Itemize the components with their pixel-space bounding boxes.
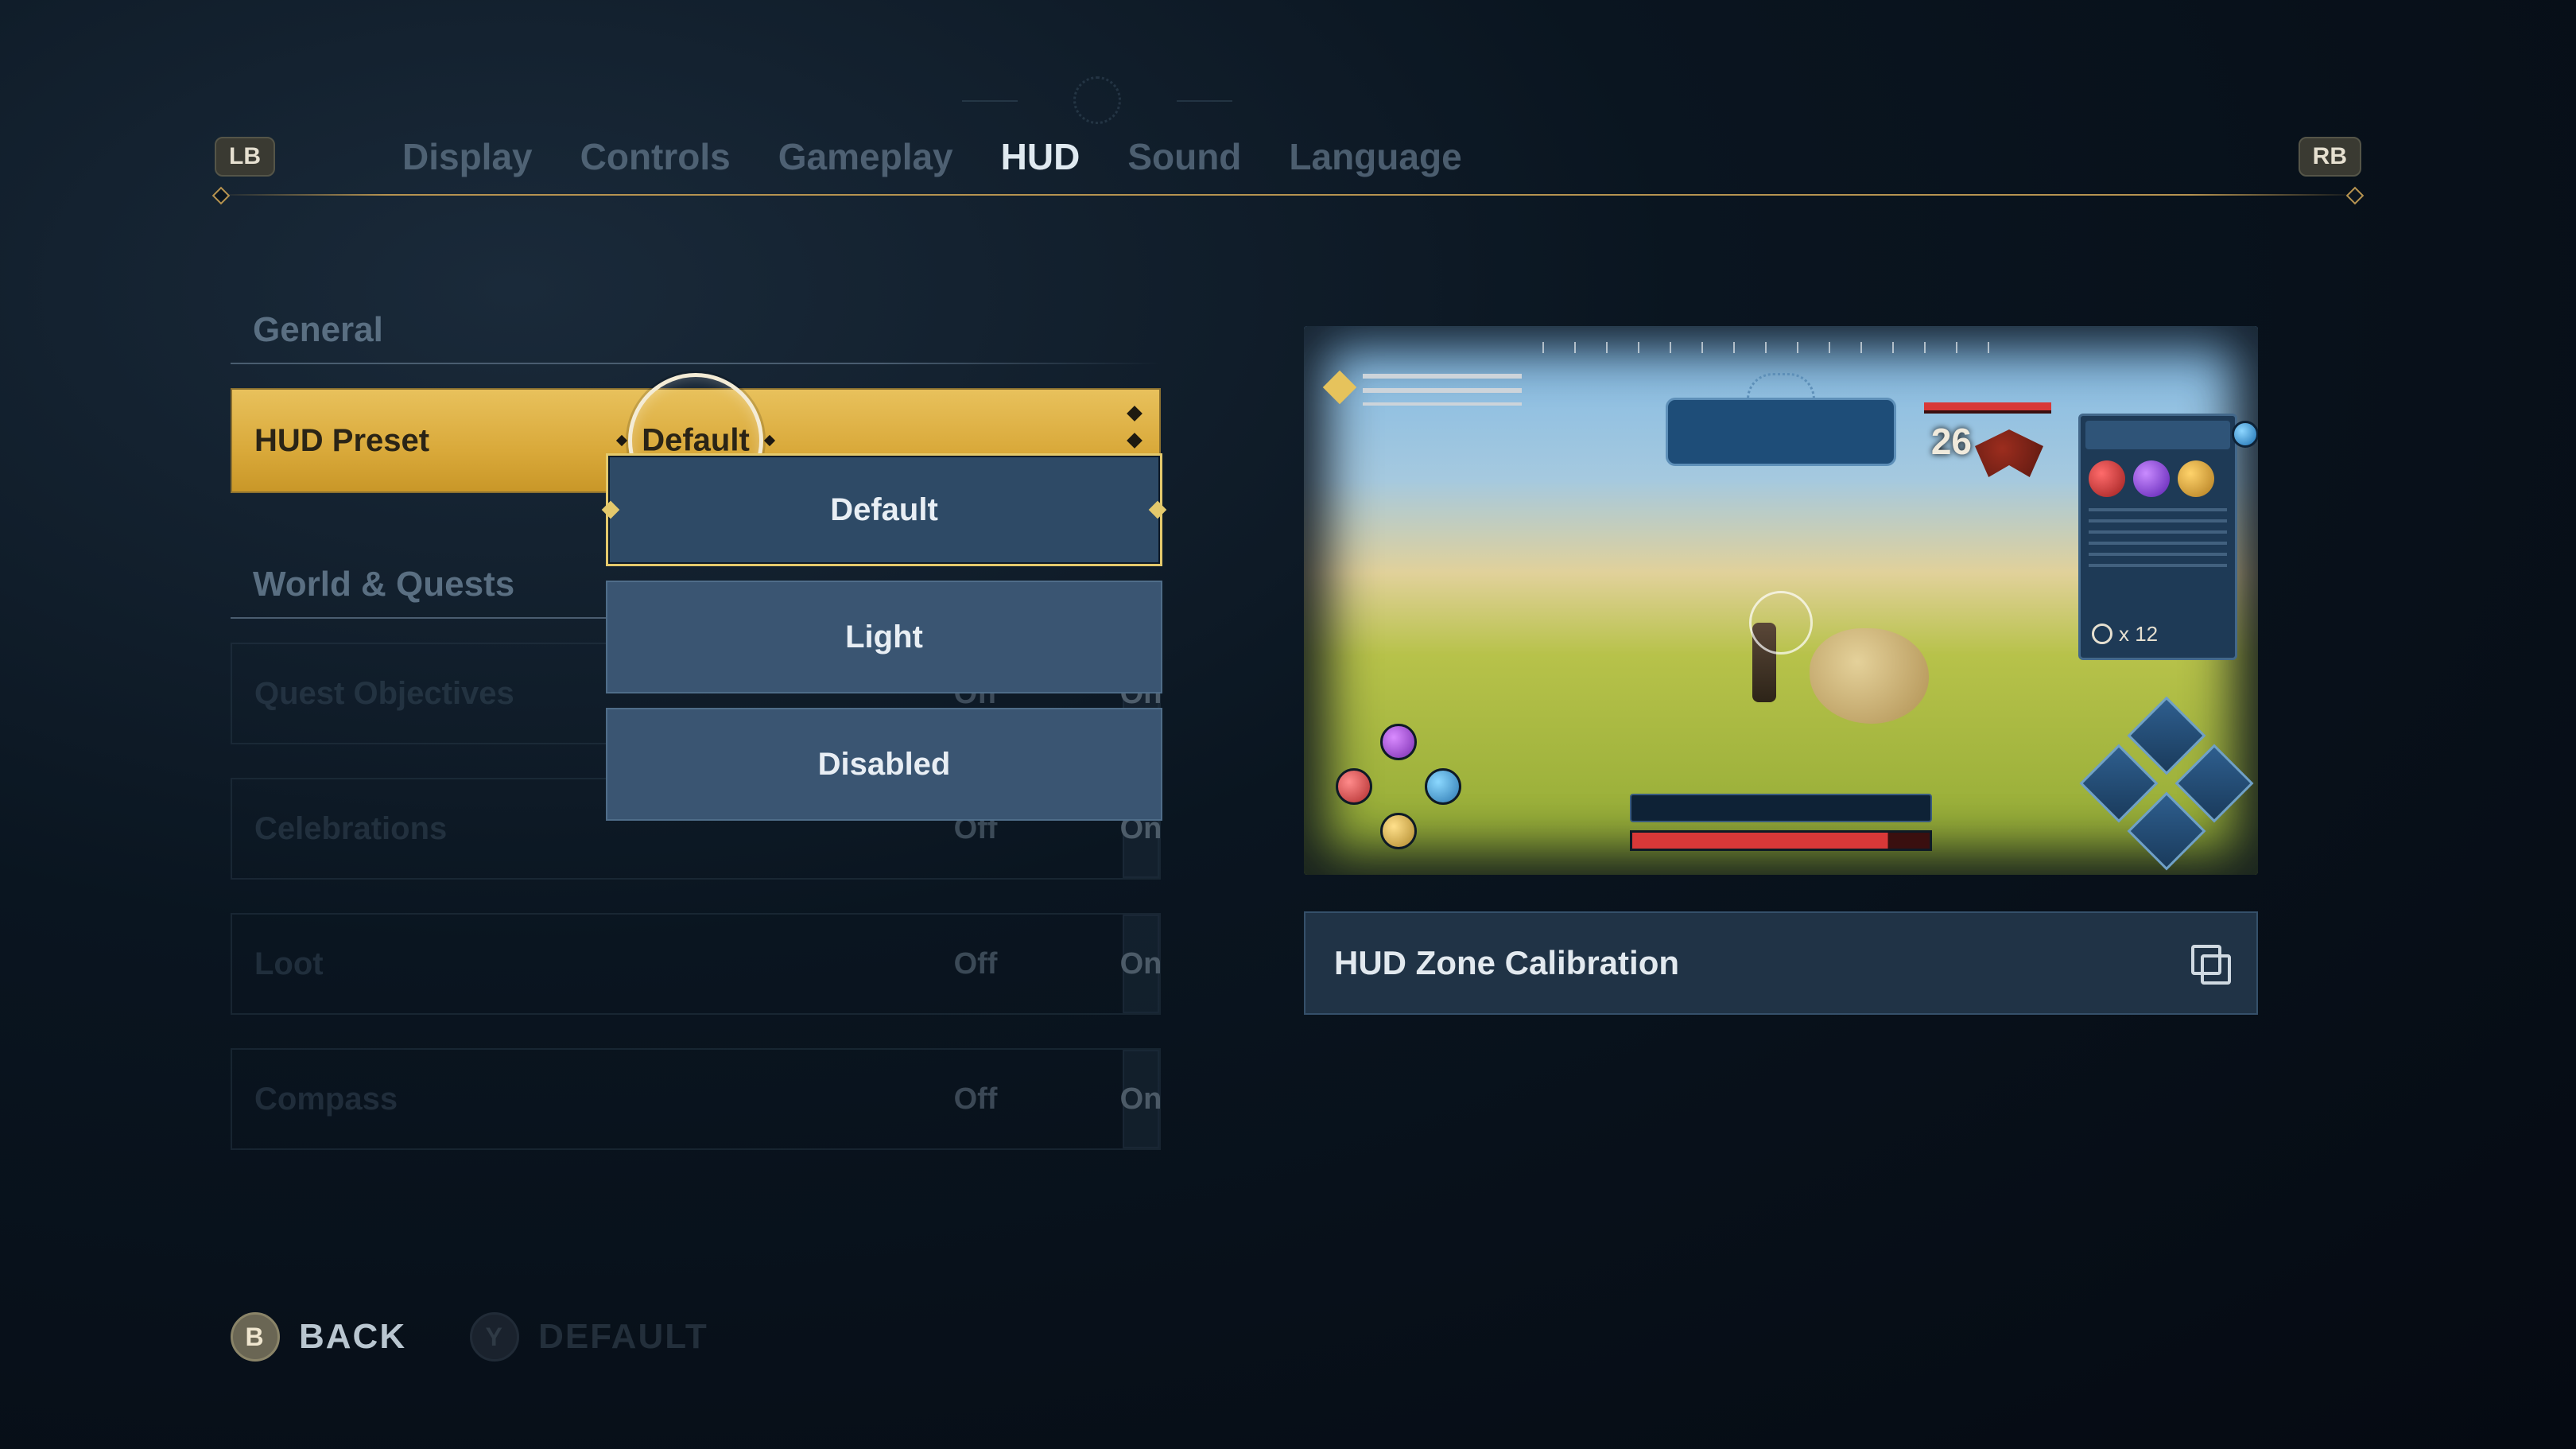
dropdown-option-label: Disabled xyxy=(818,747,951,783)
preview-rock xyxy=(1810,628,1929,724)
preview-player-hp xyxy=(1630,830,1932,851)
header-ornament xyxy=(1018,87,1177,116)
dropdown-option-light[interactable]: Light xyxy=(606,581,1162,693)
row-label: HUD Preset xyxy=(254,423,429,459)
bumper-lb[interactable]: LB xyxy=(215,137,275,177)
preview-loot-count: x 12 xyxy=(2092,622,2158,647)
header-divider xyxy=(215,194,2361,196)
default-label: DEFAULT xyxy=(538,1317,708,1357)
preview-abilities xyxy=(2091,708,2242,859)
row-compass[interactable]: Compass Off On xyxy=(231,1048,1161,1150)
dropdown-option-label: Default xyxy=(830,492,938,528)
preview-region-banner xyxy=(1666,398,1896,466)
default-button[interactable]: Y DEFAULT xyxy=(470,1312,708,1362)
bumper-rb[interactable]: RB xyxy=(2299,137,2361,177)
preview-inventory-card: x 12 xyxy=(2078,414,2237,660)
dropdown-option-default[interactable]: Default xyxy=(606,453,1162,566)
back-button[interactable]: B BACK xyxy=(231,1312,406,1362)
tab-language[interactable]: Language xyxy=(1289,135,1461,178)
back-label: BACK xyxy=(299,1317,406,1357)
settings-list: General HUD Preset Default Default Light… xyxy=(231,310,1161,1183)
row-label: Quest Objectives xyxy=(254,676,514,712)
hud-preview: 26 x 12 xyxy=(1304,326,2258,875)
row-label: Compass xyxy=(254,1082,398,1117)
row-loot[interactable]: Loot Off On xyxy=(231,913,1161,1015)
toggle-off[interactable]: Off xyxy=(828,915,1123,1013)
row-label: Celebrations xyxy=(254,811,447,847)
preview-compass xyxy=(1542,342,2019,353)
dropdown-option-label: Light xyxy=(845,620,923,655)
tabs-row: LB Display Controls Gameplay HUD Sound L… xyxy=(215,135,2361,178)
tab-controls[interactable]: Controls xyxy=(580,135,731,178)
toggle-on[interactable]: On xyxy=(1123,1050,1159,1148)
row-label: Loot xyxy=(254,946,324,982)
toggle-off[interactable]: Off xyxy=(828,1050,1123,1148)
calibration-icon xyxy=(2191,945,2228,981)
preview-dpad-potions xyxy=(1336,724,1463,851)
hud-zone-label: HUD Zone Calibration xyxy=(1334,944,1679,982)
hud-zone-calibration-button[interactable]: HUD Zone Calibration xyxy=(1304,911,2258,1015)
preview-bottom-bars xyxy=(1630,794,1932,851)
section-underline xyxy=(231,363,1161,364)
b-button-icon: B xyxy=(231,1312,280,1362)
footer-hints: B BACK Y DEFAULT xyxy=(231,1312,708,1362)
dropdown-option-disabled[interactable]: Disabled xyxy=(606,708,1162,821)
hud-preset-dropdown: Default Light Disabled xyxy=(606,453,1162,835)
preview-location-label xyxy=(1630,794,1932,822)
preview-column: 26 x 12 HUD Zone Calibration xyxy=(1304,326,2258,1015)
tab-display[interactable]: Display xyxy=(402,135,533,178)
tab-sound[interactable]: Sound xyxy=(1127,135,1241,178)
toggle-on[interactable]: On xyxy=(1123,915,1159,1013)
tab-gameplay[interactable]: Gameplay xyxy=(778,135,953,178)
section-title-general: General xyxy=(253,310,1161,350)
preview-reticle xyxy=(1749,591,1813,655)
y-button-icon: Y xyxy=(470,1312,519,1362)
preview-quest-tracker xyxy=(1328,374,1534,414)
preview-enemy-icon xyxy=(1975,429,2043,477)
tab-hud[interactable]: HUD xyxy=(1001,135,1080,178)
preview-damage-number: 26 xyxy=(1931,420,1972,463)
preview-enemy-hp xyxy=(1924,402,2051,414)
